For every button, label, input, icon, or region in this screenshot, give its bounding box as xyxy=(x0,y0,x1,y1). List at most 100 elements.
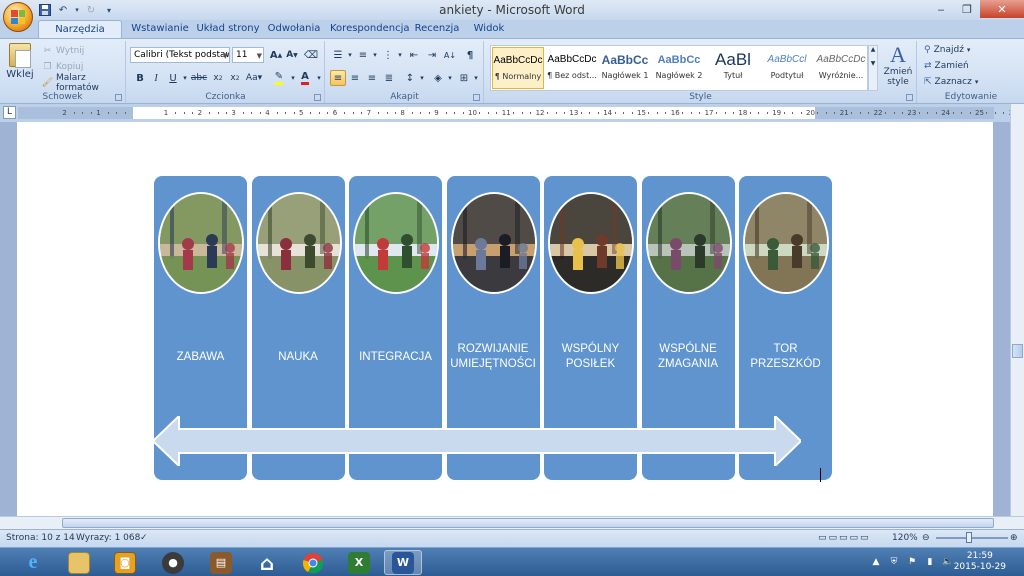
align-left-button[interactable]: ≡ xyxy=(330,70,346,86)
chevron-down-icon[interactable]: ▾ xyxy=(468,70,484,86)
replace-icon: ⇄ xyxy=(924,61,932,71)
style-normal[interactable]: AaBbCcDc ¶ Normalny xyxy=(492,47,544,89)
style-title[interactable]: AaBl Tytuł xyxy=(707,47,759,89)
vertical-scrollbar[interactable] xyxy=(1010,104,1024,516)
select-button[interactable]: ⇱ Zaznacz ▾ xyxy=(924,75,978,89)
ruler-tick xyxy=(656,112,658,114)
shield-icon[interactable]: ⛨ xyxy=(888,557,900,569)
horizontal-ruler[interactable]: 2 1 1 2 3 4 5 6 7 8 9 10 11 12 13 14 15 16 17 18 19 20 21 22 23 2… xyxy=(18,107,1022,119)
minimize-button[interactable]: ‒ xyxy=(928,0,954,18)
chrome-icon[interactable] xyxy=(294,550,332,575)
customize-qat-icon[interactable]: ▾ xyxy=(102,3,116,17)
grow-font-button[interactable]: A ▲ xyxy=(268,47,284,63)
increase-indent-icon[interactable]: ⇥ xyxy=(424,47,440,63)
chevron-down-icon[interactable]: ▾ xyxy=(311,70,327,86)
clock[interactable]: 21:59 2015-10-29 xyxy=(954,551,1006,573)
change-case-button[interactable]: Aa▾ xyxy=(246,70,262,86)
bold-button[interactable]: B xyxy=(132,70,148,86)
close-button[interactable]: ✕ xyxy=(980,0,1024,18)
internet-explorer-icon[interactable]: e xyxy=(14,550,52,575)
align-center-button[interactable]: ≡ xyxy=(347,70,363,86)
undo-icon[interactable]: ↶ xyxy=(56,3,70,17)
save-icon[interactable] xyxy=(38,3,52,17)
tab-selector-button[interactable]: L xyxy=(3,106,16,119)
sort-icon[interactable]: A↓ xyxy=(442,47,458,63)
flag-icon[interactable]: ⚑ xyxy=(906,557,918,569)
justify-button[interactable]: ≣ xyxy=(381,70,397,86)
clipboard-launcher-icon[interactable] xyxy=(115,94,122,101)
style-heading-1[interactable]: AaBbCc Nagłówek 1 xyxy=(599,47,651,89)
file-explorer-icon[interactable] xyxy=(60,550,98,575)
document-page[interactable]: ZABAWA NAUKA INTEGRACJA ROZWIJANIE UMIEJĘTN… xyxy=(17,122,993,516)
ruler-tick xyxy=(276,112,278,114)
office-button[interactable] xyxy=(3,2,33,32)
vertical-scroll-thumb[interactable] xyxy=(1012,344,1023,358)
find-button[interactable]: ⚲ Znajdź ▾ xyxy=(924,43,970,57)
zoom-level[interactable]: 120% xyxy=(892,533,918,543)
tab-page-layout[interactable]: Układ strony xyxy=(196,20,260,38)
text-cursor xyxy=(820,468,821,482)
home-icon[interactable]: ⌂ xyxy=(248,550,286,575)
ruler-number: 22 xyxy=(873,109,883,117)
styles-launcher-icon[interactable] xyxy=(906,94,913,101)
zoom-out-icon[interactable]: ⊖ xyxy=(922,533,930,543)
style-sample: AaBbCc xyxy=(601,53,649,67)
zoom-in-icon[interactable]: ⊕ xyxy=(1010,533,1018,543)
font-launcher-icon[interactable] xyxy=(314,94,321,101)
word-icon[interactable]: W xyxy=(384,550,422,575)
replace-button[interactable]: ⇄ Zamień xyxy=(924,59,969,73)
style-subtitle[interactable]: AaBbCcl Podtytuł xyxy=(761,47,813,89)
ruler-tick xyxy=(918,112,920,114)
font-size-select[interactable]: 11 ▼ xyxy=(232,47,264,63)
volume-icon[interactable]: 🔈 xyxy=(942,557,954,569)
binoculars-icon: ⚲ xyxy=(924,45,931,55)
chevron-down-icon[interactable]: ▾ xyxy=(414,70,430,86)
superscript-button[interactable]: x2 xyxy=(227,70,243,86)
tab-references[interactable]: Odwołania xyxy=(266,20,322,38)
tab-insert[interactable]: Wstawianie xyxy=(128,20,192,38)
show-hidden-icons-icon[interactable]: ▲ xyxy=(870,557,882,569)
undo-dropdown-icon[interactable]: ▾ xyxy=(74,3,80,17)
shrink-font-button[interactable]: A ▼ xyxy=(284,47,300,63)
font-name-select[interactable]: Calibri (Tekst podstawo ▼ xyxy=(130,47,230,63)
style-heading-2[interactable]: AaBbCc Nagłówek 2 xyxy=(653,47,705,89)
change-styles-button[interactable]: A Zmień style xyxy=(880,43,916,88)
paste-button[interactable]: Wklej xyxy=(5,43,35,80)
format-painter-button[interactable]: 🖌 Malarz formatów xyxy=(42,73,125,93)
clear-formatting-icon[interactable]: ⌫ xyxy=(303,47,319,63)
view-buttons-icon[interactable]: ▭▭▭▭▭ xyxy=(818,533,871,543)
excel-icon[interactable]: X xyxy=(340,550,378,575)
ruler-tick xyxy=(792,112,794,114)
italic-button[interactable]: I xyxy=(148,70,164,86)
ruler-number: 1 xyxy=(96,109,101,117)
copy-button[interactable]: ❐ Kopiuj xyxy=(42,60,83,74)
horizontal-scrollbar[interactable] xyxy=(0,516,1024,529)
style-no-spacing[interactable]: AaBbCcDc ¶ Bez odst... xyxy=(546,47,598,89)
doc-app-icon[interactable]: ▤ xyxy=(202,550,240,575)
speaker-app-icon[interactable]: ● xyxy=(154,550,192,575)
horizontal-scroll-thumb[interactable] xyxy=(62,518,994,528)
show-formatting-icon[interactable]: ¶ xyxy=(462,47,478,63)
restore-button[interactable]: ❐ xyxy=(954,0,980,18)
word-count[interactable]: Wyrazy: 1 068 xyxy=(76,533,140,543)
styles-gallery-scroll[interactable]: ▲ ▼ xyxy=(868,45,878,91)
decrease-indent-icon[interactable]: ⇤ xyxy=(406,47,422,63)
tab-review[interactable]: Recenzja xyxy=(414,20,460,38)
strikethrough-button[interactable]: abc xyxy=(191,70,207,86)
tab-mailings[interactable]: Korespondencja xyxy=(330,20,409,38)
page-count[interactable]: Strona: 10 z 14 xyxy=(6,533,75,543)
style-emphasis[interactable]: AaBbCcDc Wyróżnie... xyxy=(815,47,867,89)
align-right-button[interactable]: ≡ xyxy=(364,70,380,86)
tab-view[interactable]: Widok xyxy=(468,20,510,38)
proofing-icon[interactable]: ✓ xyxy=(140,533,148,543)
subscript-button[interactable]: x2 xyxy=(210,70,226,86)
zoom-slider[interactable] xyxy=(936,532,1008,543)
style-name: ¶ Normalny xyxy=(494,72,542,81)
redo-icon[interactable]: ↻ xyxy=(84,3,98,17)
zoom-slider-knob[interactable] xyxy=(966,532,972,543)
network-icon[interactable]: ▮ xyxy=(924,557,936,569)
cut-button[interactable]: ✂ Wytnij xyxy=(42,44,85,58)
paragraph-launcher-icon[interactable] xyxy=(473,94,480,101)
tab-home[interactable]: Narzędzia główne xyxy=(38,20,122,53)
media-app-icon[interactable]: ◙ xyxy=(106,550,144,575)
